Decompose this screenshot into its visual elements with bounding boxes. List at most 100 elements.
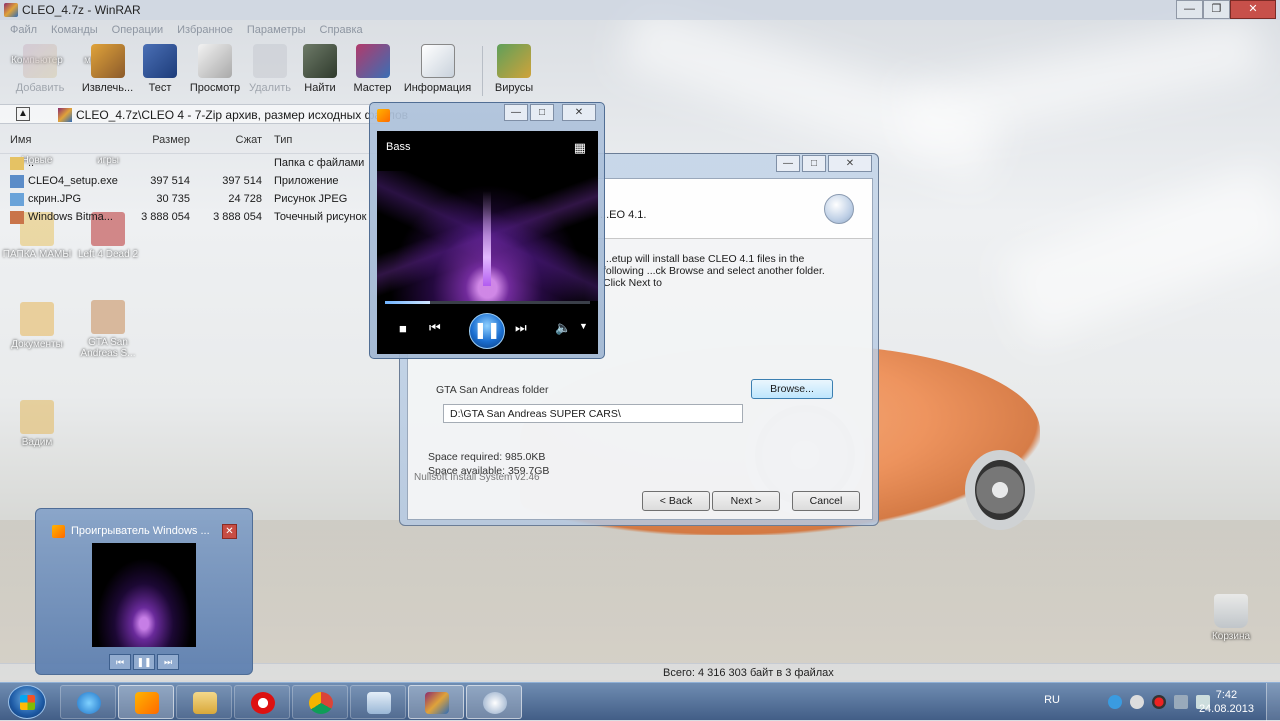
menubar: Файл Команды Операции Избранное Параметр… (0, 20, 1280, 40)
back-button[interactable]: < Back (642, 491, 710, 511)
nsis-branding: Nullsoft Install System v2.46 (414, 472, 540, 483)
column-type[interactable]: Тип (262, 134, 380, 146)
thumbnail-next-button[interactable]: ⏭ (157, 654, 179, 670)
file-name: .. (28, 157, 35, 169)
window-title: CLEO_4.7z - WinRAR (22, 3, 141, 17)
player-maximize-button[interactable]: □ (530, 104, 554, 121)
toolbar-wizard-button[interactable]: Мастер (345, 40, 400, 102)
toolbar-info-button[interactable]: Информация (400, 40, 475, 102)
toolbar-label: Добавить (15, 82, 65, 94)
installer-close-button[interactable]: ✕ (828, 155, 872, 172)
player-minimize-button[interactable]: — (504, 104, 528, 121)
extract-icon (90, 44, 125, 78)
column-packed[interactable]: Сжат (190, 134, 262, 146)
toolbar-test-button[interactable]: Тест (135, 40, 185, 102)
menu-operations[interactable]: Операции (112, 20, 163, 40)
taskbar-media-player[interactable] (118, 685, 174, 719)
next-track-icon[interactable]: ⏭ (515, 320, 527, 336)
toolbar-delete-button[interactable]: Удалить (245, 40, 295, 102)
taskbar-cleo-installer[interactable] (466, 685, 522, 719)
winrar-titlebar[interactable]: CLEO_4.7z - WinRAR — ❐ ✕ (0, 0, 1280, 20)
toolbar-virus-scan-button[interactable]: Вирусы (489, 40, 539, 102)
playback-controls: ■ ⏮ ❚❚ ⏭ 🔈 ▼ (377, 311, 598, 351)
file-type: Рисунок JPEG (274, 193, 348, 205)
media-player-icon (135, 692, 159, 714)
status-total: Всего: 4 316 303 байт в 3 файлах (663, 667, 834, 679)
up-folder-icon[interactable]: ▲ (16, 107, 30, 121)
executable-icon (10, 174, 24, 188)
thumbnail-close-button[interactable]: ✕ (222, 524, 237, 539)
toolbar-extract-button[interactable]: Извлечь... (80, 40, 135, 102)
column-size[interactable]: Размер (125, 134, 190, 146)
switch-to-library-icon[interactable]: ▦ (574, 140, 586, 156)
volume-dropdown-icon[interactable]: ▼ (579, 321, 588, 331)
pause-button[interactable]: ❚❚ (469, 313, 505, 349)
virus-scan-icon (497, 44, 531, 78)
info-icon (420, 44, 455, 78)
tray-record-icon[interactable] (1152, 695, 1166, 709)
installer-minimize-button[interactable]: — (776, 155, 800, 172)
file-row[interactable]: скрин.JPG 30 735 24 728 Рисунок JPEG (0, 190, 380, 208)
column-name[interactable]: Имя (0, 134, 125, 146)
taskbar-sound[interactable] (350, 685, 406, 719)
system-clock[interactable]: 7:42 24.08.2013 (1199, 688, 1254, 716)
toolbar-label: Найти (304, 82, 336, 94)
menu-options[interactable]: Параметры (247, 20, 306, 40)
taskbar-chrome[interactable] (292, 685, 348, 719)
start-button[interactable] (8, 685, 46, 719)
toolbar-view-button[interactable]: Просмотр (185, 40, 245, 102)
player-close-button[interactable]: ✕ (562, 104, 596, 121)
add-archive-icon (23, 44, 57, 78)
clock-date: 24.08.2013 (1198, 703, 1254, 715)
file-packed: 24 728 (228, 193, 262, 205)
menu-file[interactable]: Файл (10, 20, 37, 40)
find-icon (303, 44, 337, 78)
close-button[interactable]: ✕ (1230, 0, 1276, 19)
show-desktop-button[interactable] (1266, 683, 1280, 721)
thumbnail-pause-button[interactable]: ❚❚ (133, 654, 155, 670)
previous-track-icon[interactable]: ⏮ (429, 320, 441, 336)
installer-header-text: ...EO 4.1. (600, 209, 647, 221)
next-button[interactable]: Next > (712, 491, 780, 511)
thumbnail-screen (92, 543, 196, 647)
file-row[interactable]: .. Папка с файлами (0, 154, 380, 172)
tray-app-icon[interactable] (1130, 695, 1144, 709)
file-row[interactable]: CLEO4_setup.exe 397 514 397 514 Приложен… (0, 172, 380, 190)
browse-button[interactable]: Browse... (751, 379, 833, 399)
toolbar-label: Вирусы (494, 82, 534, 94)
file-size: 30 735 (156, 193, 190, 205)
toolbar-label: Информация (403, 82, 472, 94)
cancel-button[interactable]: Cancel (792, 491, 860, 511)
file-packed: 3 888 054 (213, 211, 262, 223)
toolbar-add-button[interactable]: Добавить (0, 40, 80, 102)
minimize-button[interactable]: — (1176, 0, 1203, 19)
stop-icon[interactable]: ■ (399, 321, 407, 336)
installer-maximize-button[interactable]: □ (802, 155, 826, 172)
folder-icon (193, 692, 217, 714)
thumbnail-previous-button[interactable]: ⏮ (109, 654, 131, 670)
input-language[interactable]: RU (1044, 694, 1060, 706)
taskbar-opera[interactable] (234, 685, 290, 719)
destination-folder-input[interactable]: D:\GTA San Andreas SUPER CARS\ (443, 404, 743, 423)
volume-icon[interactable]: 🔈 (555, 320, 571, 336)
clock-time: 7:42 (1215, 689, 1238, 701)
image-file-icon (10, 192, 24, 206)
menu-commands[interactable]: Команды (51, 20, 98, 40)
destination-folder-group: GTA San Andreas folder (436, 384, 549, 396)
seek-bar[interactable] (385, 301, 590, 304)
tray-skype-icon[interactable] (1108, 695, 1122, 709)
toolbar-find-button[interactable]: Найти (295, 40, 345, 102)
archive-path[interactable]: CLEO_4.7z\CLEO 4 - 7-Zip архив, размер и… (76, 108, 408, 122)
tray-network-icon[interactable] (1174, 695, 1188, 709)
bitmap-file-icon (10, 210, 24, 224)
file-row[interactable]: Windows Bitma... 3 888 054 3 888 054 Точ… (0, 208, 380, 226)
taskbar-winrar[interactable] (408, 685, 464, 719)
menu-favorites[interactable]: Избранное (177, 20, 233, 40)
taskbar: RU 7:42 24.08.2013 (0, 682, 1280, 721)
taskbar-explorer[interactable] (176, 685, 232, 719)
taskbar-internet-explorer[interactable] (60, 685, 116, 719)
visualization-beam (483, 191, 491, 286)
taskbar-thumbnail-preview[interactable]: Проигрыватель Windows ... ✕ ⏮ ❚❚ ⏭ (35, 508, 253, 675)
restore-button[interactable]: ❐ (1203, 0, 1230, 19)
menu-help[interactable]: Справка (320, 20, 363, 40)
